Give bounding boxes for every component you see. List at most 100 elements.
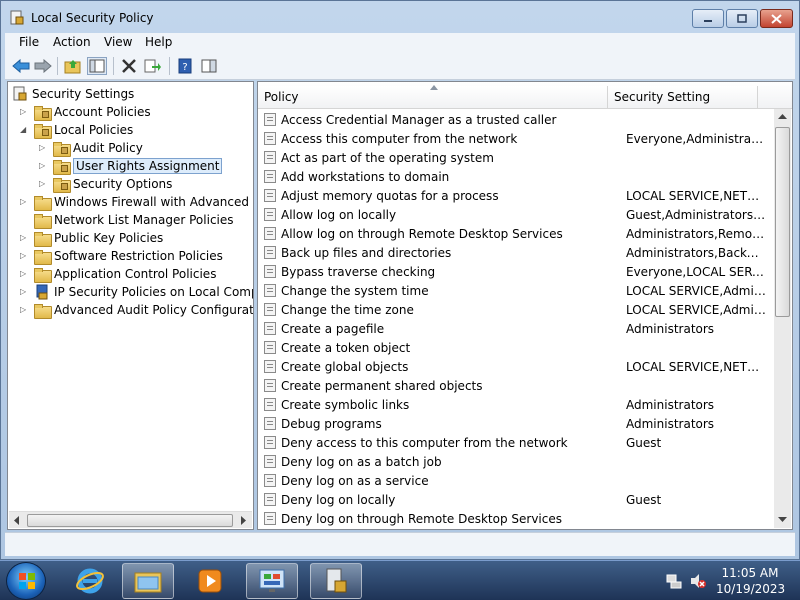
tree-item-public-key-policies[interactable]: ▷ Public Key Policies [20, 229, 163, 247]
policy-list-pane[interactable]: Policy Security Setting Access Credentia… [257, 81, 793, 530]
policy-setting-icon [264, 265, 276, 278]
policy-name-cell: Deny log on as a service [281, 473, 429, 488]
expand-icon[interactable]: ▷ [20, 107, 30, 117]
expand-icon[interactable]: ▷ [39, 143, 49, 153]
clock-time: 11:05 AM [721, 566, 779, 580]
tree-item-ip-security[interactable]: ▷ IP Security Policies on Local Compute [20, 283, 253, 301]
volume-muted-icon[interactable] [690, 573, 706, 589]
forward-arrow-icon [34, 59, 52, 73]
minimize-button[interactable] [692, 9, 724, 28]
tree-item-network-list-manager[interactable]: Network List Manager Policies [20, 211, 234, 229]
tree-item-windows-firewall[interactable]: ▷ Windows Firewall with Advanced Secu [20, 193, 253, 211]
taskbar-control-panel[interactable] [246, 563, 298, 599]
expand-icon[interactable]: ▷ [39, 179, 49, 189]
table-row[interactable]: Access Credential Manager as a trusted c… [264, 110, 774, 129]
menu-file[interactable]: File [19, 35, 39, 49]
network-icon[interactable] [666, 573, 682, 589]
expand-icon[interactable]: ▷ [20, 197, 30, 207]
table-row[interactable]: Deny log on as a batch job [264, 452, 774, 471]
scroll-down-icon[interactable] [778, 515, 787, 523]
table-row[interactable]: Change the time zone LOCAL SERVICE,Admini… [264, 300, 774, 319]
table-row[interactable]: Create permanent shared objects [264, 376, 774, 395]
policy-setting-icon [264, 322, 276, 335]
scrollbar-thumb[interactable] [775, 127, 790, 317]
policy-setting-icon [264, 398, 276, 411]
table-row[interactable]: Deny access to this computer from the ne… [264, 433, 774, 452]
column-header-security-setting[interactable]: Security Setting [608, 86, 758, 108]
close-button[interactable] [760, 9, 793, 28]
title-bar[interactable]: Local Security Policy [1, 1, 799, 33]
tree-item-account-policies[interactable]: ▷ Account Policies [20, 103, 151, 121]
tree-item-label: Audit Policy [73, 141, 143, 155]
table-row[interactable]: Create a pagefile Administrators [264, 319, 774, 338]
collapse-icon[interactable]: ◢ [20, 125, 30, 135]
expand-icon[interactable]: ▷ [20, 233, 30, 243]
tree-item-security-settings[interactable]: Security Settings [12, 85, 134, 103]
policy-name-cell: Add workstations to domain [281, 169, 450, 184]
taskbar-media-player[interactable] [184, 563, 236, 599]
tree-item-user-rights-assignment[interactable]: ▷ User Rights Assignment [39, 157, 223, 175]
table-row[interactable]: Deny log on through Remote Desktop Servi… [264, 509, 774, 528]
forward-button[interactable] [33, 57, 53, 75]
table-row[interactable]: Debug programs Administrators [264, 414, 774, 433]
scroll-right-icon[interactable] [239, 516, 247, 525]
table-row[interactable]: Deny log on as a service [264, 471, 774, 490]
list-vertical-scrollbar[interactable] [774, 109, 791, 528]
policy-setting-icon [264, 493, 276, 506]
help-button[interactable]: ? [175, 57, 195, 75]
menu-action[interactable]: Action [53, 35, 91, 49]
table-row[interactable]: Bypass traverse checking Everyone,LOCAL S… [264, 262, 774, 281]
maximize-button[interactable] [726, 9, 758, 28]
taskbar-windows-explorer[interactable] [122, 563, 174, 599]
tree-item-software-restriction[interactable]: ▷ Software Restriction Policies [20, 247, 223, 265]
expand-icon[interactable]: ▷ [20, 251, 30, 261]
table-row[interactable]: Create global objects LOCAL SERVICE,NETWO… [264, 357, 774, 376]
properties-button[interactable] [199, 57, 219, 75]
show-hide-console-tree-button[interactable] [87, 57, 107, 75]
table-row[interactable]: Allow log on through Remote Desktop Serv… [264, 224, 774, 243]
scroll-up-icon[interactable] [778, 113, 787, 121]
up-one-level-button[interactable] [63, 57, 83, 75]
taskbar-local-security-policy[interactable] [310, 563, 362, 599]
export-list-button[interactable] [143, 57, 163, 75]
scroll-left-icon[interactable] [13, 516, 21, 525]
tree-horizontal-scrollbar[interactable] [9, 511, 252, 528]
security-setting-cell: LOCAL SERVICE,NETWO... [626, 188, 766, 203]
table-row[interactable]: Act as part of the operating system [264, 148, 774, 167]
taskbar-internet-explorer[interactable] [64, 563, 116, 599]
table-row[interactable]: Access this computer from the network Eve… [264, 129, 774, 148]
expand-icon[interactable]: ▷ [20, 269, 30, 279]
tree-item-security-options[interactable]: ▷ Security Options [39, 175, 172, 193]
table-row[interactable]: Adjust memory quotas for a process LOCAL … [264, 186, 774, 205]
delete-button[interactable] [119, 57, 139, 75]
menu-view[interactable]: View [104, 35, 132, 49]
policy-name-cell: Deny log on locally [281, 492, 396, 507]
table-row[interactable]: Deny log on locally Guest [264, 490, 774, 509]
tree-item-local-policies[interactable]: ◢ Local Policies [20, 121, 133, 139]
tree-item-audit-policy[interactable]: ▷ Audit Policy [39, 139, 143, 157]
start-button[interactable] [6, 562, 46, 600]
table-row[interactable]: Create a token object [264, 338, 774, 357]
back-button[interactable] [11, 57, 31, 75]
expand-icon[interactable]: ▷ [20, 305, 30, 315]
table-row[interactable]: Create symbolic links Administrators [264, 395, 774, 414]
console-tree-pane[interactable]: Security Settings ▷ Account Policies ◢ L… [7, 81, 254, 530]
table-row[interactable]: Back up files and directories Administrat… [264, 243, 774, 262]
system-clock[interactable]: 11:05 AM 10/19/2023 [716, 565, 785, 597]
security-setting-cell: Administrators [626, 416, 715, 431]
expand-icon[interactable]: ▷ [20, 287, 30, 297]
policy-name-cell: Create global objects [281, 359, 409, 374]
expand-icon[interactable]: ▷ [39, 161, 49, 171]
security-setting-cell: Guest [626, 435, 662, 450]
locked-folder-icon [53, 141, 71, 157]
scrollbar-thumb[interactable] [27, 514, 233, 527]
tree-item-application-control[interactable]: ▷ Application Control Policies [20, 265, 216, 283]
table-row[interactable]: Add workstations to domain [264, 167, 774, 186]
table-row[interactable]: Allow log on locally Guest,Administrators… [264, 205, 774, 224]
tree-item-advanced-audit[interactable]: ▷ Advanced Audit Policy Configuration [20, 301, 253, 319]
policy-name-cell: Allow log on through Remote Desktop Serv… [281, 226, 563, 241]
policy-setting-icon [264, 246, 276, 259]
table-row[interactable]: Change the system time LOCAL SERVICE,Admi… [264, 281, 774, 300]
menu-help[interactable]: Help [145, 35, 172, 49]
locked-folder-icon [34, 105, 52, 121]
